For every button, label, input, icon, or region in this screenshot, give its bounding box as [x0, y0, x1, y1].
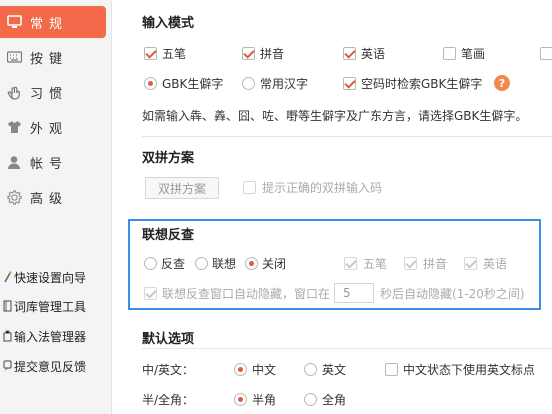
- sidebar-item-label: 常规: [30, 16, 69, 32]
- checkbox-stroke[interactable]: [443, 47, 456, 60]
- tool-quick-setup-wizard[interactable]: 快速设置向导: [0, 266, 112, 288]
- hand-icon: [6, 84, 22, 100]
- checkbox-pinyin-label[interactable]: 拼音: [260, 45, 284, 62]
- lang-option-label: 中/英文：: [142, 363, 195, 377]
- checkbox-space-search-gbk-label[interactable]: 空码时检索GBK生僻字: [361, 75, 482, 92]
- user-icon: [6, 154, 22, 170]
- shirt-icon: [6, 119, 22, 135]
- sidebar: 常规 按键 习惯 外观 帐号 高级 快速设置向导 词库管理工具 输入法管理器 提…: [0, 0, 112, 414]
- shuangpin-scheme-button[interactable]: 双拼方案: [145, 177, 219, 199]
- help-icon[interactable]: ?: [494, 75, 510, 91]
- sidebar-item-account[interactable]: 帐号: [0, 146, 106, 178]
- radio-english-label[interactable]: 英文: [322, 361, 346, 378]
- checkbox-lookup-english[interactable]: [464, 257, 477, 270]
- radio-reverse-lookup-label[interactable]: 反查: [161, 255, 185, 272]
- checkbox-pinyin[interactable]: [242, 47, 255, 60]
- checkbox-lookup-pinyin-label[interactable]: 拼音: [423, 255, 447, 272]
- book-icon: [2, 299, 12, 313]
- section-title-input-mode: 输入模式: [142, 16, 195, 31]
- sidebar-item-label: 习惯: [30, 86, 69, 102]
- radio-gbk-label[interactable]: GBK生僻字: [162, 75, 223, 92]
- divider: [142, 136, 552, 137]
- checkbox-lookup-wubi-label[interactable]: 五笔: [363, 255, 387, 272]
- checkbox-lookup-pinyin[interactable]: [404, 257, 417, 270]
- wand-icon: [2, 270, 12, 284]
- radio-chinese-label[interactable]: 中文: [252, 361, 276, 378]
- radio-full-width[interactable]: [304, 393, 317, 406]
- settings-content: 输入模式 五笔 拼音 英语 笔画 GBK生僻字 常用汉字 空码时检索GBK生僻字…: [112, 0, 552, 414]
- radio-off-label[interactable]: 关闭: [262, 255, 286, 272]
- radio-english[interactable]: [304, 363, 317, 376]
- section-title-defaults: 默认选项: [142, 332, 195, 347]
- monitor-icon: [6, 14, 22, 30]
- checkbox-english-label[interactable]: 英语: [361, 45, 385, 62]
- keyboard-icon: [6, 49, 22, 65]
- checkbox-use-en-punct[interactable]: [385, 363, 398, 376]
- sidebar-item-label: 高级: [30, 191, 69, 207]
- divider: [142, 348, 552, 349]
- checkbox-wubi[interactable]: [144, 47, 157, 60]
- checkbox-shuangpin-hint[interactable]: [243, 181, 256, 194]
- radio-association-label[interactable]: 联想: [212, 255, 236, 272]
- checkbox-auto-hide-label[interactable]: 联想反查窗口自动隐藏，窗口在: [162, 285, 330, 302]
- sidebar-item-appearance[interactable]: 外观: [0, 111, 106, 143]
- sidebar-item-advanced[interactable]: 高级: [0, 181, 106, 213]
- tools-icon: [2, 329, 12, 343]
- checkbox-auto-hide[interactable]: [144, 287, 157, 300]
- sidebar-item-label: 按键: [30, 51, 69, 67]
- feedback-icon: [2, 359, 12, 373]
- radio-reverse-lookup[interactable]: [144, 257, 157, 270]
- checkbox-lookup-wubi[interactable]: [344, 257, 357, 270]
- section-title-shuangpin: 双拼方案: [142, 151, 195, 166]
- sidebar-item-keys[interactable]: 按键: [0, 41, 106, 73]
- tool-label: 词库管理工具: [14, 299, 87, 314]
- checkbox-space-search-gbk[interactable]: [343, 77, 356, 90]
- sidebar-item-label: 外观: [30, 121, 69, 137]
- radio-off[interactable]: [245, 257, 258, 270]
- tool-label: 提交意见反馈: [14, 359, 87, 374]
- sidebar-item-general[interactable]: 常规: [0, 6, 106, 38]
- tool-dictionary-manager[interactable]: 词库管理工具: [0, 295, 112, 317]
- sidebar-item-habits[interactable]: 习惯: [0, 76, 106, 108]
- gear-icon: [6, 189, 22, 205]
- auto-hide-seconds-input[interactable]: 5: [334, 283, 374, 303]
- checkbox-stroke-label[interactable]: 笔画: [461, 45, 485, 62]
- auto-hide-suffix-text: 秒后自动隐藏(1-20秒之间): [380, 287, 525, 301]
- checkbox-lookup-english-label[interactable]: 英语: [483, 255, 507, 272]
- radio-association[interactable]: [195, 257, 208, 270]
- tool-label: 输入法管理器: [14, 329, 87, 344]
- radio-chinese[interactable]: [234, 363, 247, 376]
- checkbox-extra[interactable]: [540, 47, 552, 60]
- radio-gbk[interactable]: [144, 77, 157, 90]
- sidebar-item-label: 帐号: [30, 156, 69, 172]
- radio-half-width-label[interactable]: 半角: [252, 391, 276, 408]
- radio-common-chars[interactable]: [242, 77, 255, 90]
- radio-common-chars-label[interactable]: 常用汉字: [260, 75, 308, 92]
- checkbox-shuangpin-hint-label[interactable]: 提示正确的双拼输入码: [262, 179, 382, 196]
- radio-full-width-label[interactable]: 全角: [322, 391, 346, 408]
- tool-feedback[interactable]: 提交意见反馈: [0, 355, 112, 377]
- checkbox-wubi-label[interactable]: 五笔: [162, 45, 186, 62]
- checkbox-english[interactable]: [343, 47, 356, 60]
- gbk-hint-text: 如需输入犇、羴、囧、咗、嘢等生僻字及广东方言，请选择GBK生僻字。: [142, 109, 528, 123]
- radio-half-width[interactable]: [234, 393, 247, 406]
- tool-label: 快速设置向导: [14, 270, 87, 285]
- width-option-label: 半/全角：: [142, 393, 195, 407]
- section-title-reverse-lookup: 联想反查: [142, 228, 195, 243]
- checkbox-use-en-punct-label[interactable]: 中文状态下使用英文标点: [403, 361, 535, 378]
- tool-ime-manager[interactable]: 输入法管理器: [0, 325, 112, 347]
